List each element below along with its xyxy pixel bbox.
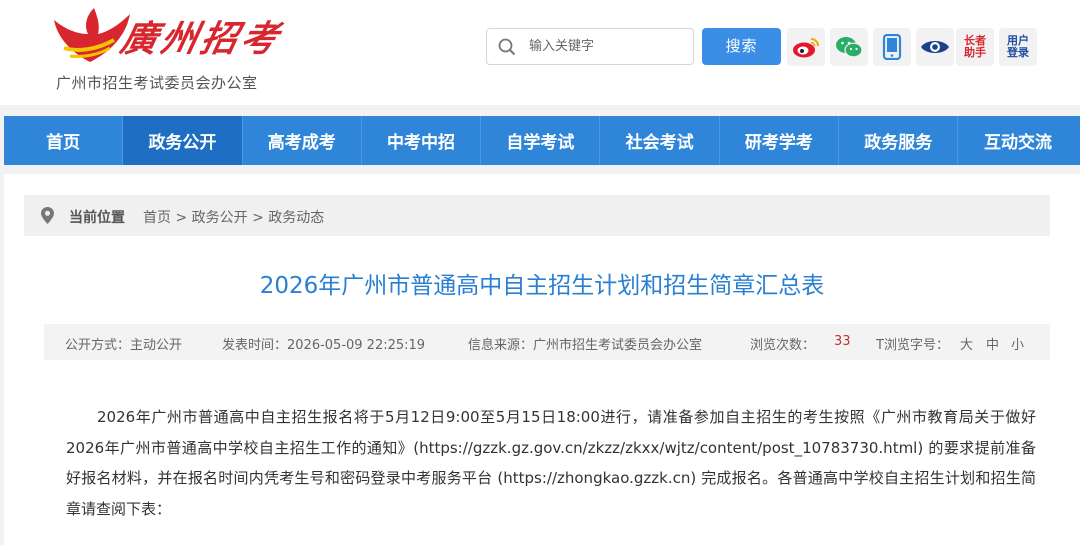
wechat-button[interactable] [830, 28, 868, 66]
logo-wordmark: 廣州招考 [116, 18, 286, 60]
meta-views-label: 浏览次数： [750, 338, 816, 353]
article-meta: 公开方式：主动公开 发表时间：2026-05-09 22:25:19 信息来源：… [44, 324, 1050, 360]
search-box [486, 28, 694, 65]
meta-font-size-label: T浏览字号： [876, 338, 949, 353]
nav-item-self-study[interactable]: 自学考试 [481, 116, 601, 165]
site-header: 廣州招考 广州市招生考试委员会办公室 搜索 [0, 0, 1080, 105]
font-size-large-button[interactable]: 大 [960, 334, 973, 353]
content-panel: 当前位置 首页 > 政务公开 > 政务动态 2026年广州市普通高中自主招生计划… [4, 174, 1080, 545]
font-size-small-button[interactable]: 小 [1011, 334, 1024, 353]
article-title: 2026年广州市普通高中自主招生计划和招生简章汇总表 [259, 273, 825, 299]
mobile-button[interactable] [873, 28, 911, 66]
breadcrumb-path[interactable]: 首页 > 政务公开 > 政务动态 [143, 207, 324, 227]
elder-assistant-button[interactable]: 长者 助手 [956, 28, 994, 66]
eye-icon [921, 41, 949, 53]
nav-item-home[interactable]: 首页 [4, 116, 124, 165]
mobile-icon [882, 34, 902, 60]
accessibility-button[interactable] [916, 28, 954, 66]
user-login-button[interactable]: 用户 登录 [999, 28, 1037, 66]
breadcrumb-label: 当前位置 [69, 210, 125, 226]
font-size-medium-button[interactable]: 中 [986, 334, 999, 353]
search-button[interactable]: 搜索 [702, 28, 781, 65]
meta-disclosure: 公开方式：主动公开 [65, 338, 183, 353]
site-logo[interactable]: 廣州招考 广州市招生考试委员会办公室 [44, 4, 286, 96]
nav-item-government-affairs[interactable]: 政务公开 [123, 116, 243, 165]
nav-item-services[interactable]: 政务服务 [839, 116, 959, 165]
nav-item-social-exams[interactable]: 社会考试 [600, 116, 720, 165]
nav-item-gaokao[interactable]: 高考成考 [243, 116, 362, 165]
nav-item-graduate-exams[interactable]: 研考学考 [720, 116, 840, 165]
weibo-icon [793, 38, 819, 58]
elder-assistant-icon: 长者 助手 [964, 34, 986, 59]
location-pin-icon [41, 207, 54, 224]
breadcrumb: 当前位置 首页 > 政务公开 > 政务动态 [24, 195, 1050, 236]
search-icon [498, 38, 516, 56]
site-subtitle: 广州市招生考试委员会办公室 [56, 74, 258, 92]
search-input[interactable] [529, 30, 689, 63]
user-login-icon: 用户 登录 [1007, 34, 1029, 59]
meta-published: 发表时间：2026-05-09 22:25:19 [222, 338, 426, 353]
wechat-icon [836, 37, 863, 58]
meta-source: 信息来源：广州市招生考试委员会办公室 [468, 338, 703, 353]
main-nav: 首页 政务公开 高考成考 中考中招 自学考试 社会考试 研考学考 政务服务 互动… [4, 116, 1080, 165]
nav-item-interaction[interactable]: 互动交流 [958, 116, 1077, 165]
article-body-paragraph: 2026年广州市普通高中自主招生报名将于5月12日9:00至5月15日18:00… [66, 408, 1036, 518]
nav-item-zhongkao[interactable]: 中考中招 [362, 116, 482, 165]
meta-views-count: 33 [834, 334, 851, 349]
weibo-button[interactable] [787, 28, 825, 66]
